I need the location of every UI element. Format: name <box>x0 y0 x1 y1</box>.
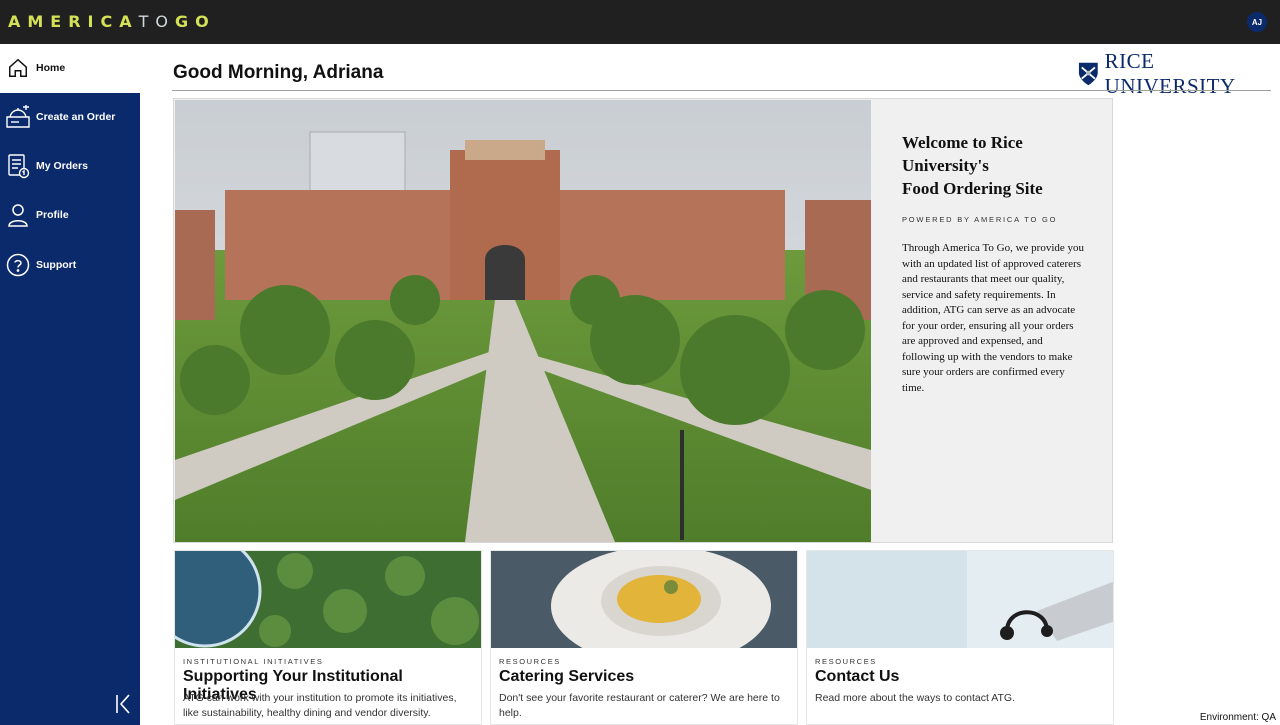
sidebar-home-section: Home <box>0 44 140 93</box>
powered-by-label: POWERED BY AMERICA TO GO <box>902 215 1058 224</box>
card-category: INSTITUTIONAL INITIATIVES <box>183 657 324 666</box>
user-avatar[interactable]: AJ <box>1247 12 1267 32</box>
hero-title-line-2: University's <box>902 156 989 175</box>
campus-photo <box>175 100 871 542</box>
environment-label: Environment: QA <box>1199 712 1276 723</box>
card-category: RESOURCES <box>499 657 561 666</box>
brand-part-go: GO <box>175 12 216 31</box>
sidebar-nav: Create an Order My Orders Profile Suppor… <box>0 93 140 725</box>
sidebar-item-create-order[interactable]: Create an Order <box>0 97 140 137</box>
sidebar-item-label: Profile <box>36 209 69 221</box>
hero-text-panel: Welcome to Rice University's Food Orderi… <box>902 131 1084 396</box>
headset-photo <box>807 551 1113 648</box>
card-contact-us[interactable]: RESOURCES Contact Us Read more about the… <box>806 550 1114 725</box>
sidebar-item-support[interactable]: Support <box>0 245 140 285</box>
hero-title-line-3: Food Ordering Site <box>902 179 1043 198</box>
rice-logo-text: RICE UNIVERSITY <box>1104 49 1236 98</box>
sidebar-item-home[interactable]: Home <box>0 48 140 88</box>
sidebar-item-label: My Orders <box>36 160 88 172</box>
card-description: Read more about the ways to contact ATG. <box>815 692 1015 704</box>
header-divider <box>172 90 1271 91</box>
card-description: ATG can work with your institution to pr… <box>183 692 457 719</box>
brand-part-to: TO <box>138 12 176 31</box>
hero-title: Welcome to Rice University's Food Orderi… <box>902 131 1084 200</box>
person-icon <box>0 200 36 230</box>
card-description: Don't see your favorite restaurant or ca… <box>499 692 780 719</box>
rice-shield-icon <box>1078 62 1098 86</box>
collapse-sidebar-icon[interactable] <box>113 692 135 716</box>
orders-list-icon <box>0 151 36 181</box>
card-title[interactable]: Contact Us <box>815 668 899 686</box>
card-institutional-initiatives[interactable]: INSTITUTIONAL INITIATIVES Supporting You… <box>174 550 482 725</box>
card-catering-services[interactable]: RESOURCES Catering Services Don't see yo… <box>490 550 798 725</box>
hero-title-line-1: Welcome to Rice <box>902 133 1023 152</box>
sidebar-item-label: Support <box>36 259 77 271</box>
card-title[interactable]: Catering Services <box>499 668 634 686</box>
pasta-photo <box>491 551 797 648</box>
sidebar-item-label: Create an Order <box>36 111 116 123</box>
card-category: RESOURCES <box>815 657 877 666</box>
sidebar: Home Create an Order My Orders Profile S… <box>0 44 140 725</box>
brand-part-america: AMERICA <box>8 12 139 31</box>
hero-description: Through America To Go, we provide you wi… <box>902 242 1085 394</box>
sidebar-item-profile[interactable]: Profile <box>0 195 140 235</box>
create-order-icon <box>0 102 36 132</box>
hero-banner: Welcome to Rice University's Food Orderi… <box>173 98 1113 543</box>
sidebar-item-label: Home <box>36 62 66 74</box>
page-title: Good Morning, Adriana <box>173 62 384 83</box>
home-icon <box>0 53 36 83</box>
forest-photo <box>175 551 481 648</box>
america-to-go-logo[interactable]: AMERICATOGO <box>8 12 216 31</box>
help-icon <box>0 250 36 280</box>
top-bar: AMERICATOGO AJ <box>0 0 1280 44</box>
sidebar-item-my-orders[interactable]: My Orders <box>0 146 140 186</box>
rice-university-logo: RICE UNIVERSITY <box>1078 49 1280 98</box>
